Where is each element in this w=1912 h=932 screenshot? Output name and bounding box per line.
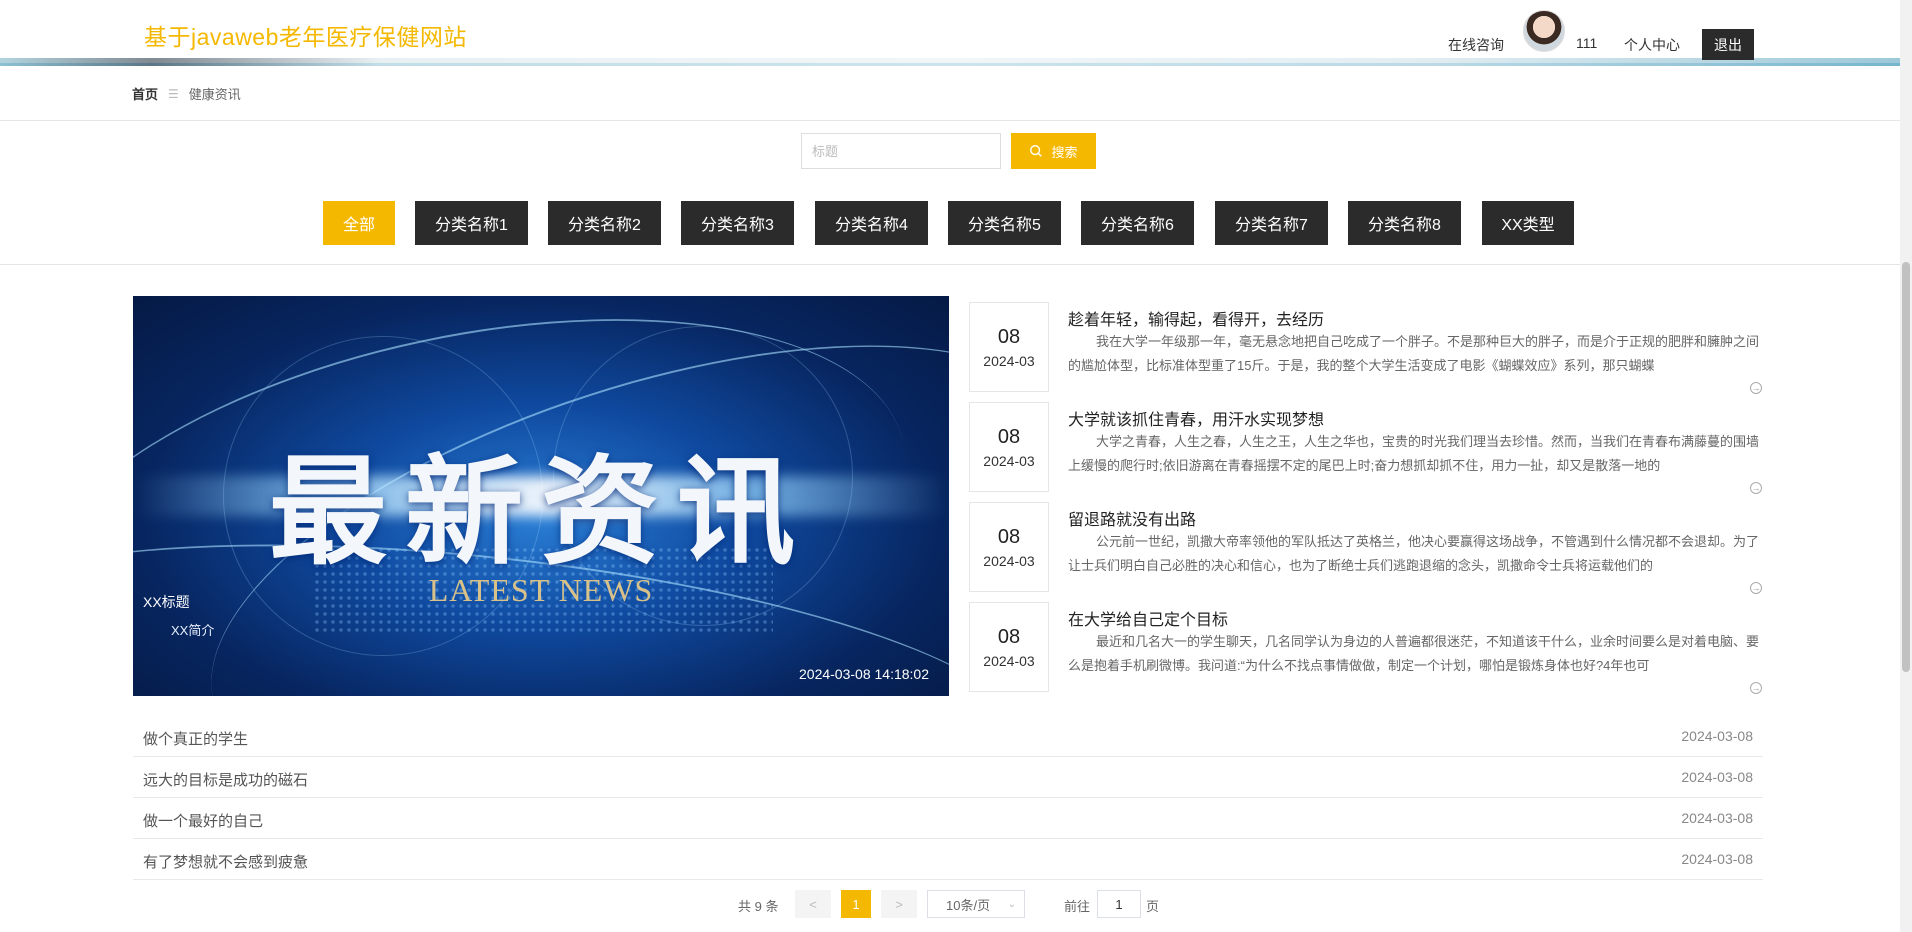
list-item-title[interactable]: 做个真正的学生 <box>143 728 248 749</box>
article-date-box: 08 2024-03 <box>969 402 1049 492</box>
arrow-right-icon[interactable]: → <box>1750 382 1762 394</box>
banner-title: XX标题 <box>143 594 190 610</box>
site-title[interactable]: 基于javaweb老年医疗保健网站 <box>144 18 467 52</box>
article-summary: 公元前一世纪，凯撒大帝率领他的军队抵达了英格兰，他决心要赢得这场战争，不管遇到什… <box>1068 534 1760 573</box>
list-item-title[interactable]: 做一个最好的自己 <box>143 810 263 831</box>
article-title[interactable]: 趁着年轻，输得起，看得开，去经历 <box>1068 306 1324 330</box>
article-title[interactable]: 在大学给自己定个目标 <box>1068 606 1228 630</box>
pagination-page-1[interactable]: 1 <box>841 890 871 918</box>
arrow-right-icon[interactable]: → <box>1750 582 1762 594</box>
pagination-prev-button[interactable]: < <box>795 890 831 918</box>
category-tab-all[interactable]: 全部 <box>323 201 395 245</box>
article-year-month: 2024-03 <box>983 352 1035 369</box>
divider <box>0 120 1900 121</box>
username-label: 111 <box>1576 35 1598 51</box>
breadcrumb-home[interactable]: 首页 <box>132 84 158 103</box>
arrow-right-icon[interactable]: → <box>1750 682 1762 694</box>
goto-label: 前往 <box>1064 899 1091 914</box>
article-date-box: 08 2024-03 <box>969 502 1049 592</box>
breadcrumb: 首页 ☰ 健康资讯 <box>132 84 241 103</box>
article-day: 08 <box>997 325 1021 348</box>
chevron-down-icon: ⌄ <box>1007 898 1016 910</box>
article-date-box: 08 2024-03 <box>969 602 1049 692</box>
goto-suffix: 页 <box>1146 899 1160 914</box>
divider <box>0 264 1900 265</box>
profile-center-link[interactable]: 个人中心 <box>1624 35 1680 55</box>
pagination-next-button[interactable]: > <box>881 890 917 918</box>
article-summary: 最近和几名大一的学生聊天，几名同学认为身边的人普遍都很迷茫，不知道该干什么，业余… <box>1068 634 1760 673</box>
goto-page-input[interactable]: 1 <box>1097 890 1141 918</box>
list-item-date: 2024-03-08 <box>1681 851 1753 867</box>
pagination-total: 共 9 条 <box>738 899 779 914</box>
banner-headline: 最新资讯 <box>268 443 813 581</box>
page-size-value: 10条/页 <box>946 897 991 913</box>
page: 基于javaweb老年医疗保健网站 在线咨询 111 个人中心 退出 首页 ☰ … <box>0 0 1912 932</box>
article-day: 08 <box>997 425 1021 448</box>
search-button[interactable]: 搜索 <box>1011 133 1096 169</box>
page-size-select[interactable]: 10条/页 ⌄ <box>927 890 1025 918</box>
logout-button[interactable]: 退出 <box>1702 29 1754 60</box>
article-year-month: 2024-03 <box>983 652 1035 669</box>
category-tab-2[interactable]: 分类名称2 <box>548 201 661 245</box>
banner-summary: XX简介 <box>171 623 215 638</box>
search-icon <box>1030 145 1043 157</box>
title-search-input[interactable] <box>801 133 1001 169</box>
header-decoration-strip <box>0 58 1900 66</box>
list-item[interactable]: 有了梦想就不会感到疲惫 2024-03-08 <box>133 839 1763 880</box>
article-year-month: 2024-03 <box>983 552 1035 569</box>
article-title[interactable]: 留退路就没有出路 <box>1068 506 1196 530</box>
category-tab-5[interactable]: 分类名称5 <box>948 201 1061 245</box>
article-date-box: 08 2024-03 <box>969 302 1049 392</box>
category-tab-xx[interactable]: XX类型 <box>1482 201 1574 245</box>
article-day: 08 <box>997 525 1021 548</box>
arrow-right-icon[interactable]: → <box>1750 482 1762 494</box>
list-item-title[interactable]: 有了梦想就不会感到疲惫 <box>143 851 308 872</box>
breadcrumb-current: 健康资讯 <box>188 87 241 102</box>
list-item[interactable]: 做一个最好的自己 2024-03-08 <box>133 798 1763 839</box>
list-item-date: 2024-03-08 <box>1681 728 1753 744</box>
article-summary: 大学之青春，人生之春，人生之王，人生之华也，宝贵的时光我们理当去珍惜。然而，当我… <box>1068 434 1760 473</box>
search-button-label: 搜索 <box>1051 144 1078 160</box>
article-day: 08 <box>997 625 1021 648</box>
scrollbar-thumb[interactable] <box>1902 262 1910 672</box>
list-item-date: 2024-03-08 <box>1681 769 1753 785</box>
article-summary: 我在大学一年级那一年，毫无悬念地把自己吃成了一个胖子。不是那种巨大的胖子，而是介… <box>1068 334 1760 373</box>
article-year-month: 2024-03 <box>983 452 1035 469</box>
breadcrumb-separator-icon: ☰ <box>168 86 179 101</box>
list-item-date: 2024-03-08 <box>1681 810 1753 826</box>
list-item[interactable]: 远大的目标是成功的磁石 2024-03-08 <box>133 757 1763 798</box>
banner-time: 2024-03-08 14:18:02 <box>799 666 929 682</box>
category-tab-4[interactable]: 分类名称4 <box>815 201 928 245</box>
article-title[interactable]: 大学就该抓住青春，用汗水实现梦想 <box>1068 406 1324 430</box>
user-avatar[interactable] <box>1523 10 1565 52</box>
online-consult-link[interactable]: 在线咨询 <box>1448 35 1504 55</box>
category-tab-8[interactable]: 分类名称8 <box>1348 201 1461 245</box>
list-item-title[interactable]: 远大的目标是成功的磁石 <box>143 769 308 790</box>
banner-subheadline: LATEST NEWS <box>428 572 654 608</box>
category-tab-1[interactable]: 分类名称1 <box>415 201 528 245</box>
list-item[interactable]: 做个真正的学生 2024-03-08 <box>133 716 1763 757</box>
category-tab-3[interactable]: 分类名称3 <box>681 201 794 245</box>
featured-news-banner[interactable]: 最新资讯 LATEST NEWS XX标题 XX简介 2024-03-08 14… <box>133 296 949 696</box>
top-header: 基于javaweb老年医疗保健网站 在线咨询 111 个人中心 退出 <box>0 0 1900 66</box>
category-tab-6[interactable]: 分类名称6 <box>1081 201 1194 245</box>
category-tab-7[interactable]: 分类名称7 <box>1215 201 1328 245</box>
